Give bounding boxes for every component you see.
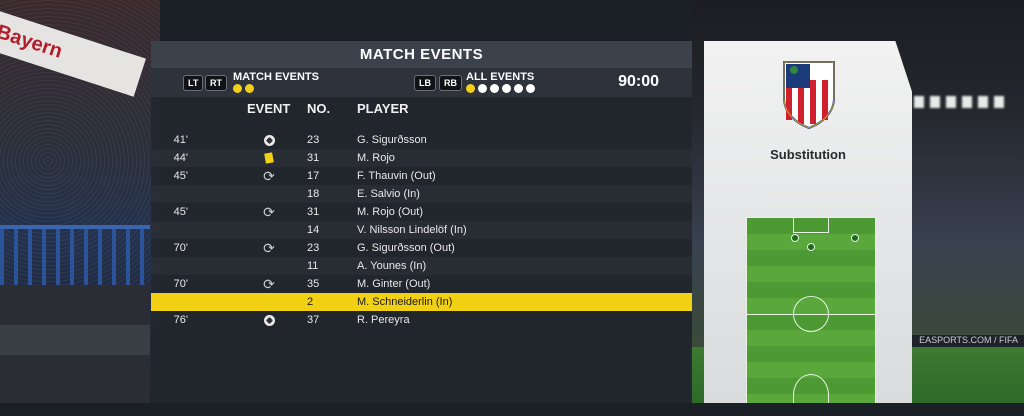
penalty-box-bottom bbox=[793, 374, 829, 403]
player-name: R. Pereyra bbox=[357, 314, 410, 326]
player-number: 35 bbox=[307, 278, 320, 290]
player-number: 23 bbox=[307, 242, 320, 254]
match-events-dots bbox=[233, 84, 254, 93]
header-player: PLAYER bbox=[357, 101, 409, 116]
rb-button[interactable]: RB bbox=[439, 75, 462, 91]
filter-dot bbox=[233, 84, 242, 93]
filter-dot bbox=[245, 84, 254, 93]
player-number: 11 bbox=[307, 260, 319, 272]
player-position-dot bbox=[791, 234, 799, 242]
yellow-card-icon bbox=[260, 149, 278, 167]
event-row[interactable]: 45' ⟳ 31 M. Rojo (Out) bbox=[151, 203, 692, 221]
event-minute: 45' bbox=[173, 206, 188, 218]
player-name: M. Ginter (Out) bbox=[357, 278, 431, 290]
lt-button[interactable]: LT bbox=[183, 75, 204, 91]
player-name: A. Younes (In) bbox=[357, 260, 427, 272]
penalty-box bbox=[793, 218, 829, 233]
event-minute: 70' bbox=[173, 278, 188, 290]
center-circle bbox=[793, 296, 829, 332]
filter-dot bbox=[502, 84, 511, 93]
event-row[interactable]: 2 M. Schneiderlin (In) bbox=[151, 293, 692, 311]
event-type-label: Substitution bbox=[770, 147, 846, 162]
substitution-icon: ⟳ bbox=[260, 167, 278, 185]
event-detail-card: Substitution bbox=[704, 41, 912, 403]
pitch-diagram bbox=[746, 217, 876, 403]
header-no: NO. bbox=[307, 101, 331, 116]
club-crest-icon bbox=[783, 61, 835, 130]
ball-icon bbox=[263, 314, 275, 326]
filter-dot bbox=[490, 84, 499, 93]
event-icon-empty bbox=[260, 293, 278, 311]
rt-button[interactable]: RT bbox=[205, 75, 227, 91]
player-name: G. Sigurðsson (Out) bbox=[357, 242, 455, 254]
player-name: F. Thauvin (Out) bbox=[357, 170, 436, 182]
substitution-icon: ⟳ bbox=[260, 239, 278, 257]
substitution-icon: ⟳ bbox=[260, 275, 278, 293]
event-row[interactable]: 18 E. Salvio (In) bbox=[151, 185, 692, 203]
substitution-icon: ⟳ bbox=[263, 204, 275, 220]
event-row[interactable]: 14 V. Nilsson Lindelöf (In) bbox=[151, 221, 692, 239]
player-name: G. Sigurðsson bbox=[357, 134, 427, 146]
events-list: 41' 23 G. Sigurðsson 44' 31 M. Rojo 45' ⟳ 17 F. T… bbox=[151, 131, 692, 329]
event-icon-empty bbox=[260, 221, 278, 239]
substitution-icon: ⟳ bbox=[263, 168, 275, 184]
stand-railing bbox=[0, 225, 150, 289]
event-row[interactable]: 44' 31 M. Rojo bbox=[151, 149, 692, 167]
substitution-icon: ⟳ bbox=[263, 276, 275, 292]
event-minute: 76' bbox=[173, 314, 188, 326]
filter-dot bbox=[478, 84, 487, 93]
ball-icon bbox=[260, 131, 278, 149]
player-number: 2 bbox=[307, 296, 314, 308]
player-number: 23 bbox=[307, 134, 320, 146]
filter-dot bbox=[514, 84, 523, 93]
filter-dot bbox=[466, 84, 475, 93]
match-events-panel: MATCH EVENTS LT RT MATCH EVENTS LB RB AL… bbox=[151, 41, 692, 403]
ball-icon bbox=[260, 311, 278, 329]
ball-icon bbox=[263, 134, 275, 146]
player-name: M. Schneiderlin (In) bbox=[357, 296, 453, 308]
player-position-dot bbox=[851, 234, 859, 242]
substitution-icon: ⟳ bbox=[263, 240, 275, 256]
floodlights bbox=[914, 96, 1004, 108]
yellow-card-icon bbox=[264, 152, 274, 164]
column-headers: EVENT NO. PLAYER bbox=[151, 97, 692, 121]
filter-bar: LT RT MATCH EVENTS LB RB ALL EVENTS 90:0… bbox=[151, 68, 692, 97]
player-number: 14 bbox=[307, 224, 320, 236]
player-name: E. Salvio (In) bbox=[357, 188, 420, 200]
all-events-filter-label[interactable]: ALL EVENTS bbox=[466, 71, 534, 83]
panel-title: MATCH EVENTS bbox=[151, 41, 692, 68]
event-row[interactable]: 70' ⟳ 23 G. Sigurðsson (Out) bbox=[151, 239, 692, 257]
player-number: 17 bbox=[307, 170, 320, 182]
player-number: 37 bbox=[307, 314, 320, 326]
player-name: M. Rojo (Out) bbox=[357, 206, 424, 218]
player-name: V. Nilsson Lindelöf (In) bbox=[357, 224, 467, 236]
event-minute: 44' bbox=[173, 152, 188, 164]
event-minute: 41' bbox=[173, 134, 188, 146]
header-event: EVENT bbox=[247, 101, 291, 116]
event-row[interactable]: 45' ⟳ 17 F. Thauvin (Out) bbox=[151, 167, 692, 185]
event-row[interactable]: 11 A. Younes (In) bbox=[151, 257, 692, 275]
filter-dot bbox=[526, 84, 535, 93]
event-icon-empty bbox=[260, 185, 278, 203]
event-minute: 70' bbox=[173, 242, 188, 254]
match-events-filter-label[interactable]: MATCH EVENTS bbox=[233, 71, 319, 83]
player-number: 31 bbox=[307, 206, 320, 218]
event-icon-empty bbox=[260, 257, 278, 275]
event-row[interactable]: 41' 23 G. Sigurðsson bbox=[151, 131, 692, 149]
dugout bbox=[0, 285, 150, 403]
player-position-dot bbox=[807, 243, 815, 251]
player-name: M. Rojo bbox=[357, 152, 395, 164]
player-number: 18 bbox=[307, 188, 320, 200]
player-number: 31 bbox=[307, 152, 320, 164]
event-row[interactable]: 76' 37 R. Pereyra bbox=[151, 311, 692, 329]
all-events-dots bbox=[466, 84, 535, 93]
event-row[interactable]: 70' ⟳ 35 M. Ginter (Out) bbox=[151, 275, 692, 293]
match-clock: 90:00 bbox=[618, 73, 659, 90]
substitution-icon: ⟳ bbox=[260, 203, 278, 221]
lb-button[interactable]: LB bbox=[414, 75, 436, 91]
event-minute: 45' bbox=[173, 170, 188, 182]
